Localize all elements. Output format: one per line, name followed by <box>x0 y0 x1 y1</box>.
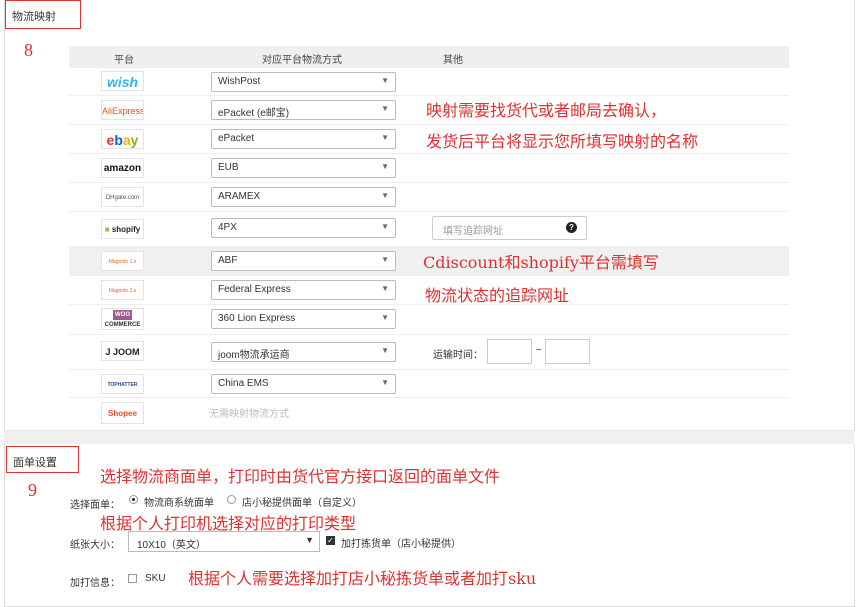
annotation-tracking-url: 物流状态的追踪网址 <box>425 286 570 305</box>
transit-time-separator: ~ <box>536 345 542 356</box>
annotation-confirm: 映射需要找货代或者邮局去确认， <box>426 101 667 120</box>
table-row: DHgate.com ARAMEX ▼ <box>69 183 789 212</box>
sku-label[interactable]: SKU <box>145 573 166 584</box>
wish-logo-icon: wish <box>101 71 144 91</box>
paper-size-select[interactable]: 10X10（英文） ▼ <box>128 531 320 552</box>
aliexpress-logo-icon: AliExpress <box>101 100 144 120</box>
shipping-select-magento1[interactable]: ABF ▼ <box>211 251 396 271</box>
annotation-display-name: 发货后平台将显示您所填写映射的名称 <box>426 132 699 151</box>
label-select-waybill: 选择面单： <box>70 500 120 511</box>
shopee-logo-icon: Shopee <box>101 402 144 424</box>
tracking-url-input[interactable]: 填写追踪网址 ? <box>432 216 587 240</box>
table-header: 平台 对应平台物流方式 其他 <box>69 46 789 68</box>
label-extra-info: 加打信息： <box>70 578 120 589</box>
ebay-logo-icon: ebay <box>101 129 144 149</box>
table-row: WOO COMMERCE 360 Lion Express ▼ <box>69 305 789 335</box>
option-custom-waybill[interactable]: 店小秘提供面单（自定义） <box>242 494 362 509</box>
radio-custom-waybill[interactable] <box>227 495 236 504</box>
shopify-logo-icon: ■ shopify <box>101 219 144 239</box>
picklist-checkbox[interactable]: ✓ <box>326 536 335 545</box>
tophatter-logo-icon: TOPHATTER <box>101 374 144 394</box>
joom-logo-icon: J JOOM <box>101 341 144 361</box>
header-method: 对应平台物流方式 <box>262 55 342 66</box>
shipping-select-ebay[interactable]: ePacket ▼ <box>211 129 396 149</box>
transit-time-max-input[interactable] <box>545 339 590 364</box>
picklist-label[interactable]: 加打拣货单（店小秘提供） <box>341 535 461 550</box>
table-row: J JOOM joom物流承运商 ▼ 运输时间： ~ <box>69 335 789 370</box>
sku-checkbox[interactable] <box>128 574 137 583</box>
shipping-select-amazon[interactable]: EUB ▼ <box>211 158 396 178</box>
magento1-logo-icon: Magento 1.x <box>101 251 144 271</box>
shipping-select-shopify[interactable]: 4PX ▼ <box>211 218 396 238</box>
section-divider <box>4 430 854 445</box>
table-row: wish WishPost ▼ <box>69 68 789 96</box>
woocommerce-logo-icon: WOO COMMERCE <box>101 308 144 330</box>
table-row: amazon EUB ▼ <box>69 154 789 183</box>
annotation-tracking-required: Cdiscount和shopify平台需填写 <box>423 253 659 272</box>
shipping-select-magento2[interactable]: Federal Express ▼ <box>211 280 396 300</box>
option-carrier-waybill[interactable]: 物流商系统面单 <box>144 494 214 509</box>
dhgate-logo-icon: DHgate.com <box>101 187 144 207</box>
waybill-settings-title: 面单设置 <box>6 446 79 473</box>
label-paper-size: 纸张大小： <box>70 540 120 551</box>
no-mapping-text: 无需映射物流方式 <box>209 409 289 420</box>
table-row: ■ shopify 4PX ▼ 填写追踪网址 ? <box>69 212 789 247</box>
step-number-9: 9 <box>28 480 37 500</box>
shipping-select-aliexpress[interactable]: ePacket (e邮宝) ▼ <box>211 100 396 120</box>
radio-carrier-waybill[interactable] <box>129 495 138 504</box>
shipping-select-dhgate[interactable]: ARAMEX ▼ <box>211 187 396 207</box>
table-row: TOPHATTER China EMS ▼ <box>69 370 789 398</box>
step-number-8: 8 <box>24 40 33 60</box>
transit-time-label: 运输时间： <box>433 350 483 361</box>
help-icon[interactable]: ? <box>566 222 577 233</box>
magento2-logo-icon: Magento 2.x <box>101 280 144 300</box>
header-platform: 平台 <box>114 55 134 66</box>
annotation-extra-print: 根据个人需要选择加打店小秘拣货单或者加打sku <box>188 569 537 588</box>
annotation-carrier-label: 选择物流商面单，打印时由货代官方接口返回的面单文件 <box>100 467 501 486</box>
shipping-select-joom[interactable]: joom物流承运商 ▼ <box>211 342 396 362</box>
shipping-select-wish[interactable]: WishPost ▼ <box>211 72 396 92</box>
transit-time-min-input[interactable] <box>487 339 532 364</box>
table-row: Shopee 无需映射物流方式 <box>69 398 789 428</box>
shipping-select-woocommerce[interactable]: 360 Lion Express ▼ <box>211 309 396 329</box>
header-other: 其他 <box>443 55 463 66</box>
shipping-select-tophatter[interactable]: China EMS ▼ <box>211 374 396 394</box>
logistics-mapping-title: 物流映射 <box>5 0 81 29</box>
amazon-logo-icon: amazon <box>101 158 144 178</box>
